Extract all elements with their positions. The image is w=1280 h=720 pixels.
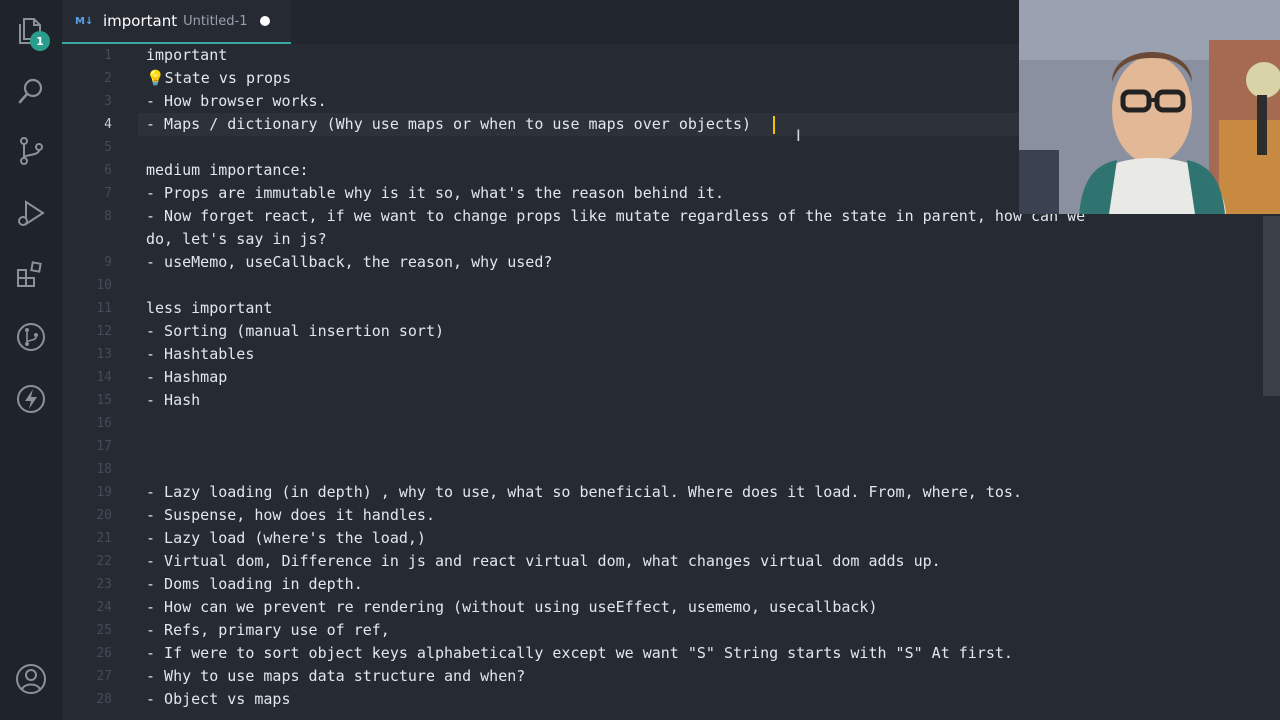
line-text: - Props are immutable why is it so, what… [146, 184, 724, 202]
line-number: 7 [104, 186, 112, 201]
line-text: - Doms loading in depth. [146, 575, 363, 593]
line-number: 1 [104, 48, 112, 63]
editor-line[interactable]: 20 - Suspense, how does it handles. [62, 504, 1280, 527]
tab-title: important [103, 12, 178, 30]
line-text: less important [146, 299, 273, 317]
unsaved-dot-icon[interactable] [259, 16, 270, 26]
line-text: - If were to sort object keys alphabetic… [146, 644, 1013, 662]
line-text: - Refs, primary use of ref, [146, 621, 390, 639]
line-text: - Sorting (manual insertion sort) [146, 322, 445, 340]
line-text: - How browser works. [146, 92, 327, 110]
editor-line[interactable]: 9 - useMemo, useCallback, the reason, why… [62, 251, 1280, 274]
line-text: 💡State vs props [146, 69, 292, 87]
editor-line[interactable]: 16 [62, 412, 1280, 435]
editor-line[interactable]: 19 - Lazy loading (in depth) , why to use… [62, 481, 1280, 504]
line-number: 23 [96, 577, 112, 592]
line-text: - Hash [146, 391, 201, 409]
line-number: 25 [96, 623, 112, 638]
line-text: - Hashtables [146, 345, 255, 363]
editor-tab[interactable]: M↓ important Untitled-1 [62, 0, 291, 44]
line-number: 20 [96, 508, 112, 523]
editor-line[interactable]: 25 - Refs, primary use of ref, [62, 619, 1280, 642]
editor-line[interactable]: 24 - How can we prevent re rendering (wit… [62, 596, 1280, 619]
editor-line[interactable]: 28 - Object vs maps [62, 688, 1280, 711]
lightning-icon[interactable] [14, 382, 48, 416]
editor-line[interactable]: 26 - If were to sort object keys alphabet… [62, 642, 1280, 665]
line-number: 19 [96, 485, 112, 500]
editor-line[interactable]: do, let's say in js? [62, 228, 1280, 251]
editor-line[interactable]: 21 - Lazy load (where's the load,) [62, 527, 1280, 550]
line-number: 27 [96, 669, 112, 684]
line-number: 18 [96, 462, 112, 477]
line-text: - Suspense, how does it handles. [146, 506, 435, 524]
line-number: 28 [96, 692, 112, 707]
line-number: 8 [104, 209, 112, 224]
line-number: 10 [96, 278, 112, 293]
editor-line[interactable]: 22 - Virtual dom, Difference in js and re… [62, 550, 1280, 573]
line-number: 5 [104, 140, 112, 155]
editor-line[interactable]: 11 less important [62, 297, 1280, 320]
line-text: - Hashmap [146, 368, 228, 386]
line-number: 24 [96, 600, 112, 615]
line-number: 6 [104, 163, 112, 178]
ibeam-cursor-icon: I [796, 126, 801, 145]
webcam-overlay [1019, 0, 1280, 214]
explorer-badge: 1 [30, 31, 50, 51]
line-number: 16 [96, 416, 112, 431]
vertical-scrollbar[interactable] [1263, 216, 1280, 396]
text-cursor [773, 116, 775, 134]
webcam-video-icon [1019, 0, 1280, 214]
line-text: - Why to use maps data structure and whe… [146, 667, 526, 685]
line-text: - Lazy load (where's the load,) [146, 529, 426, 547]
line-number: 22 [96, 554, 112, 569]
editor-line[interactable]: 23 - Doms loading in depth. [62, 573, 1280, 596]
tab-description: Untitled-1 [183, 13, 248, 29]
line-text: do, let's say in js? [146, 230, 327, 248]
search-icon[interactable] [14, 74, 48, 108]
git-graph-icon[interactable] [14, 320, 48, 354]
line-text: - Object vs maps [146, 690, 291, 708]
line-text: - Maps / dictionary (Why use maps or whe… [146, 115, 752, 133]
run-debug-icon[interactable] [14, 196, 48, 230]
line-text: - Virtual dom, Difference in js and reac… [146, 552, 941, 570]
line-number: 11 [96, 301, 112, 316]
line-text: - Lazy loading (in depth) , why to use, … [146, 483, 1022, 501]
editor-line[interactable]: 27 - Why to use maps data structure and w… [62, 665, 1280, 688]
editor-line[interactable]: 10 [62, 274, 1280, 297]
line-number: 4 [104, 117, 112, 132]
line-text: - How can we prevent re rendering (witho… [146, 598, 878, 616]
line-text: important [146, 46, 228, 64]
line-text: - Now forget react, if we want to change… [146, 207, 1086, 225]
editor-line[interactable]: 15 - Hash [62, 389, 1280, 412]
line-number: 13 [96, 347, 112, 362]
editor-line[interactable]: 18 [62, 458, 1280, 481]
line-number: 17 [96, 439, 112, 454]
source-control-icon[interactable] [14, 134, 48, 168]
line-number: 21 [96, 531, 112, 546]
markdown-icon: M↓ [75, 15, 94, 27]
editor-line[interactable]: 17 [62, 435, 1280, 458]
line-number: 26 [96, 646, 112, 661]
line-number: 15 [96, 393, 112, 408]
extensions-icon[interactable] [14, 258, 48, 292]
line-text: medium importance: [146, 161, 309, 179]
line-number: 14 [96, 370, 112, 385]
line-number: 3 [104, 94, 112, 109]
account-icon[interactable] [14, 662, 48, 696]
editor-line[interactable]: 12 - Sorting (manual insertion sort) [62, 320, 1280, 343]
line-text: - useMemo, useCallback, the reason, why … [146, 253, 553, 271]
line-number: 9 [104, 255, 112, 270]
editor-line[interactable]: 14 - Hashmap [62, 366, 1280, 389]
editor-line[interactable]: 13 - Hashtables [62, 343, 1280, 366]
line-number: 12 [96, 324, 112, 339]
line-number: 2 [104, 71, 112, 86]
activity-bar: 1 [0, 0, 62, 720]
